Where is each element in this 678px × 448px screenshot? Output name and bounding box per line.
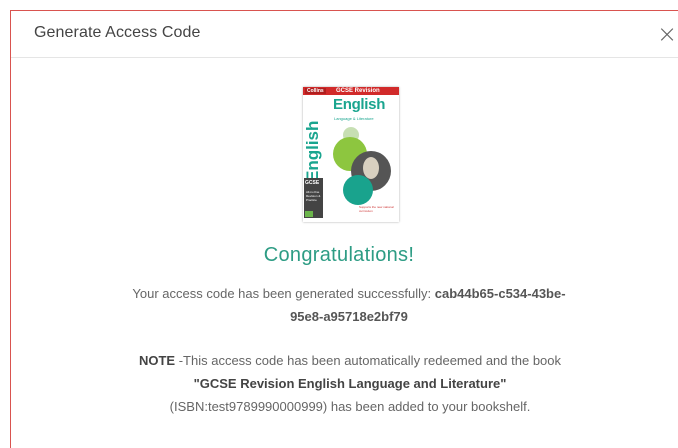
cover-vertical-title: English xyxy=(303,120,322,182)
cover-series: GCSE Revision xyxy=(336,88,380,94)
cover-subject: English xyxy=(333,96,386,113)
cover-publisher-logo xyxy=(305,211,313,217)
cover-subline: Language & Literature xyxy=(334,116,374,121)
modal-title: Generate Access Code xyxy=(34,24,201,41)
note-label: NOTE xyxy=(138,353,176,368)
note-text-1: -This access code has been automatically… xyxy=(175,353,562,368)
cover-gcse-sub: All-in-One Revision & Practice xyxy=(306,190,321,202)
modal-header: Generate Access Code × xyxy=(11,11,678,58)
cover-brand: Collins xyxy=(305,88,326,94)
cover-gcse-badge: GCSE xyxy=(305,180,320,186)
message-prefix: Your access code has been generated succ… xyxy=(132,286,435,301)
redeem-note: NOTE -This access code has been automati… xyxy=(110,349,590,418)
close-icon[interactable]: × xyxy=(652,19,678,49)
cover-circle-teal xyxy=(343,175,373,205)
congratulations-heading: Congratulations! xyxy=(263,244,415,266)
note-text-2: (ISBN:test9789990000999) has been added … xyxy=(169,399,531,414)
access-code-message: Your access code has been generated succ… xyxy=(129,282,569,328)
cover-note: Supports the new national curriculum xyxy=(359,205,394,213)
book-cover-image: Collins GCSE Revision English Language &… xyxy=(303,87,399,222)
note-book-title: "GCSE Revision English Language and Lite… xyxy=(193,376,507,391)
